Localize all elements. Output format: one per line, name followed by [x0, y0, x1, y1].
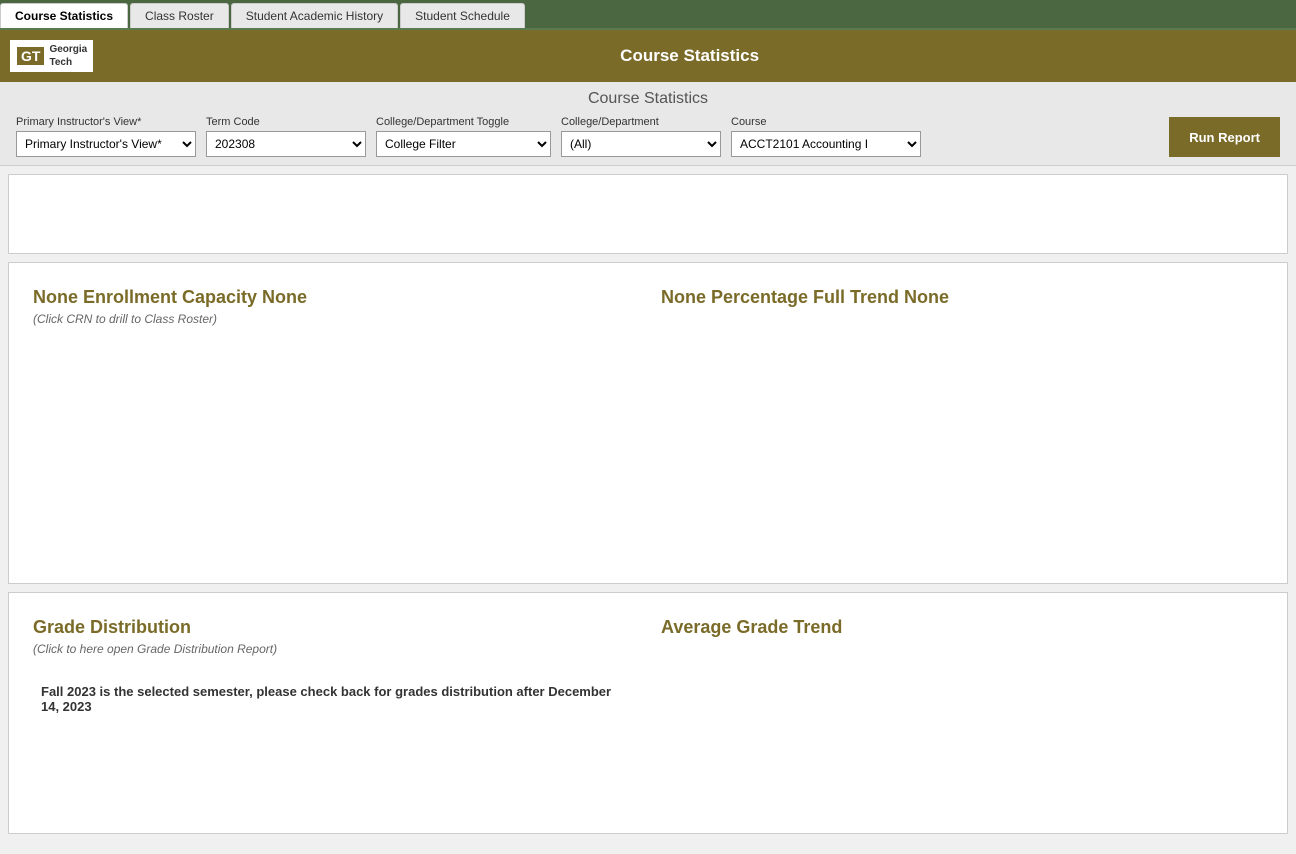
- filter-group-primary-instructor: Primary Instructor's View* Primary Instr…: [16, 116, 196, 157]
- gt-logo: GT GeorgiaTech: [10, 40, 93, 72]
- header-title: Course Statistics: [93, 46, 1286, 66]
- average-grade-area: Average Grade Trend: [653, 609, 1271, 817]
- filter-group-college-dept-toggle: College/Department Toggle College Filter: [376, 116, 551, 157]
- logo-container: GT GeorgiaTech: [10, 40, 93, 72]
- header-bar: GT GeorgiaTech Course Statistics: [0, 30, 1296, 82]
- college-dept-toggle-select[interactable]: College Filter: [376, 131, 551, 157]
- enrollment-title: None Enrollment Capacity None: [33, 287, 635, 308]
- enrollment-area: None Enrollment Capacity None (Click CRN…: [25, 279, 643, 567]
- primary-instructor-label: Primary Instructor's View*: [16, 116, 196, 128]
- run-report-button[interactable]: Run Report: [1169, 117, 1280, 157]
- grade-card: Grade Distribution (Click to here open G…: [8, 592, 1288, 834]
- report-empty-card: [8, 174, 1288, 254]
- tab-course-statistics[interactable]: Course Statistics: [0, 3, 128, 28]
- stats-section: None Enrollment Capacity None (Click CRN…: [9, 263, 1287, 583]
- percentage-area: None Percentage Full Trend None: [653, 279, 1271, 567]
- filter-group-term-code: Term Code 202308: [206, 116, 366, 157]
- gt-badge: GT: [16, 46, 45, 66]
- tab-student-schedule[interactable]: Student Schedule: [400, 3, 525, 28]
- filter-group-college-dept: College/Department (All): [561, 116, 721, 157]
- course-select[interactable]: ACCT2101 Accounting I: [731, 131, 921, 157]
- college-dept-label: College/Department: [561, 116, 721, 128]
- stats-card: None Enrollment Capacity None (Click CRN…: [8, 262, 1288, 584]
- page-subtitle: Course Statistics: [16, 90, 1280, 108]
- primary-instructor-select[interactable]: Primary Instructor's View*: [16, 131, 196, 157]
- grade-distribution-area: Grade Distribution (Click to here open G…: [25, 609, 643, 817]
- filter-section: Course Statistics Primary Instructor's V…: [0, 82, 1296, 166]
- filter-row: Primary Instructor's View* Primary Instr…: [16, 116, 1280, 157]
- tab-bar: Course Statistics Class Roster Student A…: [0, 0, 1296, 30]
- gt-name: GeorgiaTech: [45, 43, 87, 69]
- college-dept-toggle-label: College/Department Toggle: [376, 116, 551, 128]
- enrollment-subtitle: (Click CRN to drill to Class Roster): [33, 312, 635, 326]
- average-grade-title: Average Grade Trend: [661, 617, 1263, 638]
- percentage-title: None Percentage Full Trend None: [661, 287, 1263, 308]
- grade-distribution-notice: Fall 2023 is the selected semester, plea…: [33, 676, 635, 722]
- filter-group-course: Course ACCT2101 Accounting I: [731, 116, 921, 157]
- term-code-label: Term Code: [206, 116, 366, 128]
- content-wrapper: None Enrollment Capacity None (Click CRN…: [0, 166, 1296, 850]
- grade-distribution-subtitle[interactable]: (Click to here open Grade Distribution R…: [33, 642, 635, 656]
- college-dept-select[interactable]: (All): [561, 131, 721, 157]
- grade-section: Grade Distribution (Click to here open G…: [9, 593, 1287, 833]
- tab-class-roster[interactable]: Class Roster: [130, 3, 229, 28]
- tab-student-academic-history[interactable]: Student Academic History: [231, 3, 398, 28]
- course-label: Course: [731, 116, 921, 128]
- term-code-select[interactable]: 202308: [206, 131, 366, 157]
- grade-distribution-title[interactable]: Grade Distribution: [33, 617, 635, 638]
